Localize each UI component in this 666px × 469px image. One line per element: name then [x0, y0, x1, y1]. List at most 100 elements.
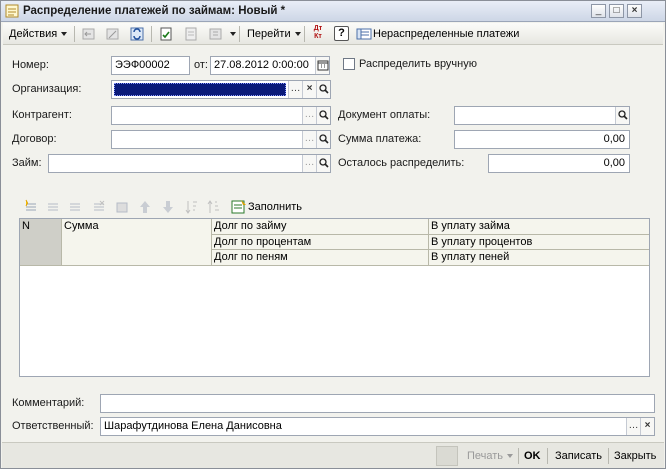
maximize-button[interactable]: □: [609, 4, 624, 18]
window-title: Распределение платежей по займам: Новый …: [23, 5, 286, 17]
column-pay-loan[interactable]: В уплату займа: [429, 219, 649, 235]
contractor-field[interactable]: …: [111, 106, 331, 125]
clear-icon[interactable]: ×: [640, 418, 654, 435]
end-edit-icon[interactable]: [114, 199, 130, 215]
close-button[interactable]: Закрыть: [614, 447, 656, 465]
toolbar-separator: [239, 26, 240, 42]
save-button[interactable]: Записать: [555, 447, 602, 465]
arrow-up-icon[interactable]: [137, 199, 153, 215]
toolbar-separator: [151, 26, 152, 42]
contract-field[interactable]: …: [111, 130, 331, 149]
select-button[interactable]: …: [302, 131, 316, 148]
button-separator: [608, 448, 609, 464]
toolbar-separator: [74, 26, 75, 42]
contractor-label: Контрагент:: [12, 109, 72, 121]
payments-table[interactable]: N Сумма Долг по займу Долг по процентам …: [19, 218, 650, 377]
structure-icon[interactable]: [208, 26, 224, 42]
refresh-icon[interactable]: [129, 26, 145, 42]
unpost-document-icon[interactable]: [183, 26, 199, 42]
chevron-down-icon: [61, 32, 68, 37]
print-button[interactable]: Печать: [467, 447, 514, 465]
column-pay-interest[interactable]: В уплату процентов: [429, 235, 649, 250]
actions-label: Действия: [9, 28, 58, 40]
actions-menu[interactable]: Действия: [9, 25, 68, 43]
manual-allocation-checkbox[interactable]: [343, 58, 355, 70]
remaining-field[interactable]: 0,00: [488, 154, 630, 173]
organization-label: Организация:: [12, 83, 82, 95]
button-separator: [518, 448, 519, 464]
fill-label: Заполнить: [248, 201, 303, 213]
goto-label: Перейти: [247, 28, 291, 40]
search-icon[interactable]: [316, 107, 330, 124]
search-icon[interactable]: [615, 107, 629, 124]
column-sum[interactable]: Сумма: [62, 219, 212, 266]
responsible-label: Ответственный:: [12, 420, 94, 432]
chevron-down-icon[interactable]: [230, 32, 236, 36]
goto-menu[interactable]: Перейти: [247, 25, 301, 43]
print-preview-button[interactable]: [436, 446, 458, 466]
sort-ascending-icon[interactable]: [184, 199, 200, 215]
close-window-button[interactable]: ×: [627, 4, 642, 18]
select-button[interactable]: …: [302, 155, 316, 172]
column-debt-loan[interactable]: Долг по займу: [212, 219, 429, 235]
clear-icon[interactable]: ×: [302, 81, 316, 98]
calendar-icon[interactable]: [315, 57, 329, 74]
selection-highlight: [114, 83, 286, 96]
title-bar: Распределение платежей по займам: Новый …: [1, 1, 665, 22]
search-icon[interactable]: [316, 155, 330, 172]
payment-document-label: Документ оплаты:: [338, 109, 431, 121]
fill-icon: [231, 200, 246, 214]
chevron-down-icon: [294, 32, 301, 37]
contract-label: Договор:: [12, 133, 57, 145]
date-label: от:: [194, 59, 208, 71]
toolbar: Действия Перейти Дт Кт ? Нераспределенны…: [3, 23, 663, 45]
document-icon: [5, 4, 19, 18]
copy-row-icon[interactable]: [45, 199, 61, 215]
add-row-icon[interactable]: [23, 199, 39, 215]
number-field[interactable]: ЭЭФ00002: [111, 56, 190, 75]
column-debt-interest[interactable]: Долг по процентам: [212, 235, 429, 250]
document-window: Распределение платежей по займам: Новый …: [0, 0, 666, 469]
print-label: Печать: [467, 450, 504, 462]
button-separator: [547, 448, 548, 464]
edit-icon[interactable]: [105, 26, 121, 42]
help-icon: ?: [338, 27, 345, 39]
comment-field[interactable]: [100, 394, 655, 413]
loan-label: Займ:: [12, 157, 42, 169]
select-button[interactable]: …: [288, 81, 302, 98]
search-icon[interactable]: [316, 131, 330, 148]
minimize-button[interactable]: _: [591, 4, 606, 18]
table-header: N Сумма Долг по займу Долг по процентам …: [20, 219, 649, 266]
payment-document-field[interactable]: [454, 106, 630, 125]
date-field[interactable]: 27.08.2012 0:00:00: [210, 56, 330, 75]
unallocated-payments-icon: [356, 28, 372, 40]
loan-field[interactable]: …: [48, 154, 331, 173]
column-n[interactable]: N: [20, 219, 62, 266]
column-debt-penalty[interactable]: Долг по пеням: [212, 250, 429, 266]
payment-sum-field[interactable]: 0,00: [454, 130, 630, 149]
unallocated-payments-button[interactable]: Нераспределенные платежи: [373, 25, 519, 43]
select-button[interactable]: …: [626, 418, 640, 435]
dtkt-icon: Дт Кт: [313, 25, 323, 40]
responsible-value: Шарафутдинова Елена Данисовна: [104, 420, 282, 432]
edit-row-icon[interactable]: [67, 199, 83, 215]
ok-button[interactable]: OK: [524, 447, 541, 465]
remaining-label: Осталось распределить:: [338, 157, 465, 169]
post-document-icon[interactable]: [158, 26, 174, 42]
payment-sum-label: Сумма платежа:: [338, 133, 422, 145]
comment-label: Комментарий:: [12, 397, 85, 409]
date-value: 27.08.2012 0:00:00: [214, 59, 309, 71]
arrow-down-icon[interactable]: [160, 199, 176, 215]
dtkt-button[interactable]: Дт Кт: [309, 24, 327, 42]
column-pay-penalty[interactable]: В уплату пеней: [429, 250, 649, 266]
toolbar-separator: [304, 26, 305, 42]
organization-field[interactable]: … ×: [111, 80, 331, 99]
bottom-bar: Печать OK Записать Закрыть: [2, 442, 664, 468]
sort-descending-icon[interactable]: [206, 199, 222, 215]
select-button[interactable]: …: [302, 107, 316, 124]
delete-row-icon[interactable]: [91, 199, 107, 215]
responsible-field[interactable]: Шарафутдинова Елена Данисовна … ×: [100, 417, 655, 436]
search-icon[interactable]: [316, 81, 330, 98]
back-icon[interactable]: [81, 26, 97, 42]
help-button[interactable]: ?: [334, 26, 349, 41]
